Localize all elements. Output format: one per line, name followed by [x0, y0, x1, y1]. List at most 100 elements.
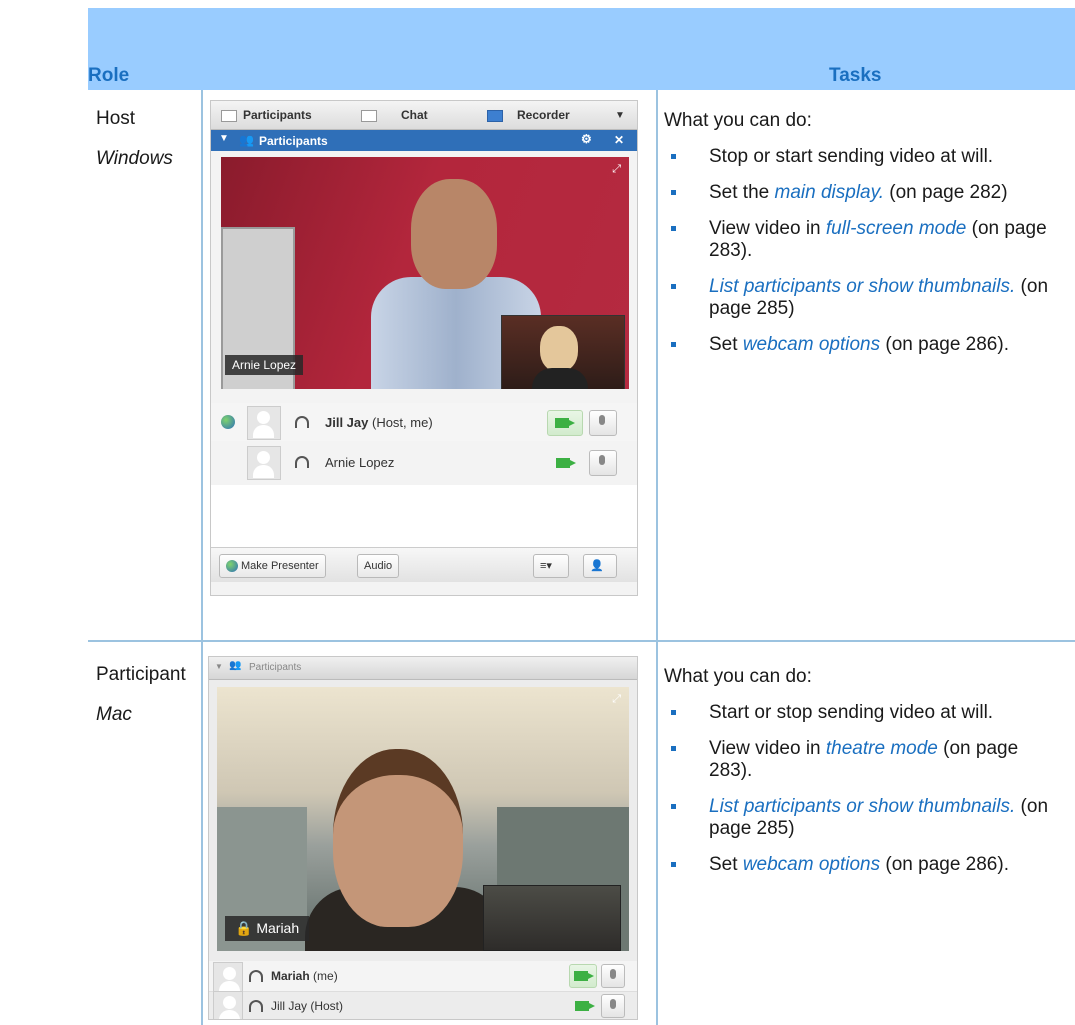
microphone-icon: [610, 969, 616, 979]
task-item: Start or stop sending video at will.: [664, 702, 1059, 724]
video-name-caption: 🔒 Mariah: [225, 916, 310, 941]
header-role: Role: [88, 65, 130, 86]
avatar: [247, 406, 281, 440]
participants-tab-icon: [221, 109, 237, 122]
row-divider: [88, 640, 1075, 642]
panel-title: Participants: [259, 134, 328, 148]
main-video[interactable]: Arnie Lopez ⤢: [221, 157, 629, 389]
mic-button[interactable]: [601, 964, 625, 988]
role-host: Host Windows: [96, 108, 173, 170]
role-os: Mac: [96, 704, 132, 725]
video-name-caption: Arnie Lopez: [225, 355, 304, 375]
avatar: [213, 962, 243, 994]
column-divider-right: [656, 90, 658, 1025]
bullet-icon: [671, 710, 676, 715]
self-view-thumbnail[interactable]: [483, 885, 621, 951]
task-list: Start or stop sending video at will. Vie…: [664, 702, 1059, 876]
mac-participants-panel: ▼ 👥 Participants 🔒 Mariah ⤢ Mariah (me) …: [208, 656, 638, 1020]
task-item: List participants or show thumbnails. (o…: [664, 796, 1059, 840]
table-header: Role Tasks: [88, 8, 1075, 90]
task-item: Set webcam options (on page 286).: [664, 854, 1059, 876]
participant-row[interactable]: Jill Jay (Host): [209, 991, 637, 1019]
bullet-icon: [671, 154, 676, 159]
bullet-icon: [671, 804, 676, 809]
role-participant: Participant Mac: [96, 664, 186, 726]
globe-icon: [226, 560, 238, 573]
expand-icon[interactable]: ⤢: [612, 163, 621, 176]
participant-row[interactable]: Mariah (me): [209, 961, 637, 994]
video-person-head: [333, 749, 463, 927]
link-main-display[interactable]: main display.: [775, 182, 884, 203]
link-full-screen-mode[interactable]: full-screen mode: [826, 218, 966, 239]
collapse-arrow-icon[interactable]: ▼: [215, 662, 223, 671]
task-item: Stop or start sending video at will.: [664, 146, 1059, 168]
task-list: Stop or start sending video at will. Set…: [664, 146, 1059, 356]
participant-list-empty-area: [211, 485, 637, 547]
self-view-thumbnail[interactable]: [501, 315, 625, 389]
avatar: [213, 991, 243, 1019]
task-item: View video in theatre mode (on page 283)…: [664, 738, 1059, 782]
participant-tasks: What you can do: Start or stop sending v…: [664, 666, 1059, 890]
link-theatre-mode[interactable]: theatre mode: [826, 738, 938, 759]
video-toggle-button[interactable]: [569, 964, 597, 988]
headset-icon: [249, 970, 263, 982]
panel-tab-bar: Participants Chat Recorder ▼: [211, 101, 637, 130]
tab-chat[interactable]: Chat: [361, 108, 428, 122]
tab-menu-arrow-icon[interactable]: ▼: [615, 110, 625, 121]
participant-note: (Host, me): [368, 415, 433, 430]
mic-button[interactable]: [589, 410, 617, 436]
list-view-button[interactable]: ≡▾: [533, 554, 569, 578]
recorder-tab-icon: [487, 109, 503, 122]
collapse-arrow-icon[interactable]: ▼: [219, 133, 229, 144]
tasks-intro: What you can do:: [664, 110, 812, 131]
task-item: List participants or show thumbnails. (o…: [664, 276, 1059, 320]
link-list-participants[interactable]: List participants or show thumbnails.: [709, 796, 1015, 817]
tab-recorder[interactable]: Recorder: [487, 108, 570, 122]
microphone-icon: [599, 455, 605, 465]
link-webcam-options[interactable]: webcam options: [743, 854, 880, 875]
headset-icon: [295, 456, 309, 468]
link-list-participants[interactable]: List participants or show thumbnails.: [709, 276, 1015, 297]
bullet-icon: [671, 226, 676, 231]
bullet-icon: [671, 190, 676, 195]
panel-title: Participants: [249, 662, 302, 673]
microphone-icon: [599, 415, 605, 425]
main-video[interactable]: 🔒 Mariah ⤢: [217, 687, 629, 951]
bullet-icon: [671, 342, 676, 347]
webcam-icon[interactable]: [556, 458, 576, 468]
participant-row[interactable]: Jill Jay (Host, me): [211, 403, 637, 441]
webcam-icon: [574, 971, 594, 981]
webcam-icon[interactable]: [575, 1001, 595, 1011]
role-name: Host: [96, 108, 136, 129]
participant-note: (me): [309, 969, 338, 983]
close-icon[interactable]: ✕: [614, 133, 624, 147]
bullet-icon: [671, 862, 676, 867]
mic-button[interactable]: [601, 994, 625, 1018]
panel-options-icon[interactable]: ⚙: [581, 132, 592, 146]
headset-icon: [249, 1000, 263, 1012]
video-person-head: [411, 179, 497, 289]
link-webcam-options[interactable]: webcam options: [743, 334, 880, 355]
mic-button[interactable]: [589, 450, 617, 476]
webcam-icon: [555, 418, 575, 428]
bullet-icon: [671, 284, 676, 289]
headset-icon: [295, 416, 309, 428]
windows-participants-panel: Participants Chat Recorder ▼ ▼ 👥 Partici…: [210, 100, 638, 596]
participants-group-icon: 👥: [229, 660, 242, 671]
task-item: View video in full-screen mode (on page …: [664, 218, 1059, 262]
participant-name: Jill Jay (Host): [271, 999, 344, 1013]
host-tasks: What you can do: Stop or start sending v…: [664, 110, 1059, 370]
bullet-icon: [671, 746, 676, 751]
invite-participant-button[interactable]: 👤: [583, 554, 617, 578]
participant-row[interactable]: Arnie Lopez: [211, 443, 637, 481]
video-toggle-button[interactable]: [547, 410, 583, 436]
role-os: Windows: [96, 148, 173, 169]
task-item: Set the main display. (on page 282): [664, 182, 1059, 204]
microphone-icon: [610, 999, 616, 1009]
header-tasks: Tasks: [829, 65, 882, 86]
expand-icon[interactable]: ⤢: [612, 693, 621, 706]
panel-bottom-bar: Make Presenter Audio ≡▾ 👤: [211, 547, 637, 582]
audio-button[interactable]: Audio: [357, 554, 400, 578]
make-presenter-button[interactable]: Make Presenter: [219, 554, 326, 578]
tab-participants[interactable]: Participants: [221, 108, 312, 122]
